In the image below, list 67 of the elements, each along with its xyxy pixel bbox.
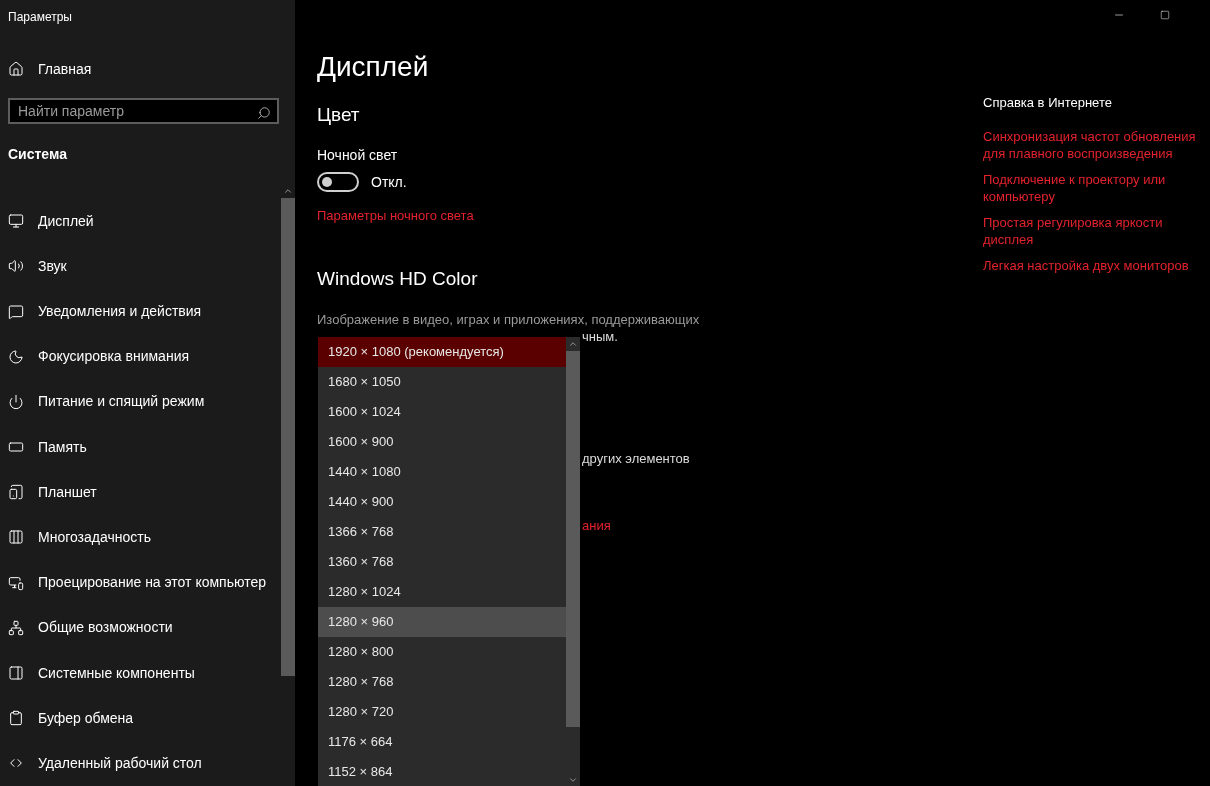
dropdown-option[interactable]: 1280 × 960	[318, 607, 566, 637]
scroll-up-icon[interactable]	[568, 339, 578, 349]
sidebar-item[interactable]: Проецирование на этот компьютер	[8, 560, 281, 606]
moon-icon	[8, 348, 24, 365]
partial-text: других элементов	[582, 450, 690, 468]
window-title: Параметры	[8, 9, 72, 25]
sidebar-item[interactable]: Общие возможности	[8, 605, 281, 651]
search-icon	[257, 106, 271, 120]
maximize-icon	[1160, 10, 1170, 20]
partial-link[interactable]: ания	[582, 516, 611, 536]
dropdown-option[interactable]: 1280 × 1024	[318, 577, 566, 607]
home-icon	[8, 61, 24, 77]
sidebar-item[interactable]: Многозадачность	[8, 514, 281, 561]
sidebar-item[interactable]: Удаленный рабочий стол	[8, 740, 281, 786]
home-link[interactable]: Главная	[8, 59, 92, 79]
dropdown-option[interactable]: 1280 × 768	[318, 667, 566, 697]
dropdown-option[interactable]: 1920 × 1080 (рекомендуется)	[318, 337, 566, 367]
clipboard-icon	[8, 710, 24, 727]
partial-text: чным.	[582, 328, 618, 346]
sidebar-item[interactable]: Дисплей	[8, 198, 281, 244]
toggle-switch[interactable]	[317, 172, 359, 192]
dropdown-option[interactable]: 1152 × 864	[318, 757, 566, 786]
power-icon	[8, 393, 24, 410]
dropdown-option[interactable]: 1280 × 720	[318, 697, 566, 727]
sidebar-item[interactable]: Питание и спящий режим	[8, 379, 281, 425]
help-link[interactable]: Легкая настройка двух мониторов	[983, 257, 1208, 274]
dropdown-option[interactable]: 1440 × 1080	[318, 457, 566, 487]
monitor-icon	[8, 213, 24, 230]
dropdown-option[interactable]: 1360 × 768	[318, 547, 566, 577]
dropdown-option[interactable]: 1440 × 900	[318, 487, 566, 517]
help-link[interactable]: Синхронизация частот обновления для плавного воспроизведения	[983, 128, 1208, 162]
dropdown-option[interactable]: 1600 × 900	[318, 427, 566, 457]
dropdown-option[interactable]: 1366 × 768	[318, 517, 566, 547]
section-heading: Windows HD Color	[317, 267, 478, 291]
help-link[interactable]: Подключение к проектору или компьютеру	[983, 171, 1208, 205]
help-link[interactable]: Простая регулировка яркости дисплея	[983, 214, 1208, 248]
sidebar-item[interactable]: Планшет	[8, 469, 281, 515]
scroll-down-icon[interactable]	[568, 775, 578, 785]
help-heading: Справка в Интернете	[983, 94, 1112, 112]
description-text: Изображение в видео, играх и приложениях, поддерживающих	[317, 311, 700, 329]
section-heading: Система	[8, 144, 67, 164]
setting-label: Ночной свет	[317, 146, 398, 165]
tablet-icon	[8, 484, 24, 501]
search-field[interactable]: Найти параметр	[8, 98, 279, 124]
speaker-icon	[8, 258, 24, 275]
scrollbar-thumb[interactable]	[566, 351, 580, 727]
settings-link[interactable]: Параметры ночного света	[317, 206, 474, 226]
sidebar-item[interactable]: Буфер обмена	[8, 695, 281, 741]
dropdown-option[interactable]: 1600 × 1024	[318, 397, 566, 427]
scrollbar-thumb[interactable]	[281, 198, 295, 676]
toggle-state: Откл.	[371, 172, 407, 192]
sidebar-item[interactable]: Звук	[8, 243, 281, 289]
multitasking-icon	[8, 529, 24, 546]
network-icon	[8, 619, 24, 636]
projection-icon	[8, 574, 24, 591]
panel-icon	[8, 665, 24, 682]
sidebar-item[interactable]: Системные компоненты	[8, 650, 281, 696]
dropdown-option[interactable]: 1680 × 1050	[318, 367, 566, 397]
sidebar-item[interactable]: Фокусировка внимания	[8, 334, 281, 380]
dropdown-option[interactable]: 1280 × 800	[318, 637, 566, 667]
scroll-up-icon[interactable]	[283, 186, 293, 196]
section-heading: Цвет	[317, 103, 360, 127]
sidebar-item[interactable]: Память	[8, 424, 281, 470]
sidebar-item[interactable]: Уведомления и действия	[8, 288, 281, 335]
message-icon	[8, 303, 24, 320]
page-title: Дисплей	[317, 50, 429, 84]
dropdown-option[interactable]: 1176 × 664	[318, 727, 566, 757]
